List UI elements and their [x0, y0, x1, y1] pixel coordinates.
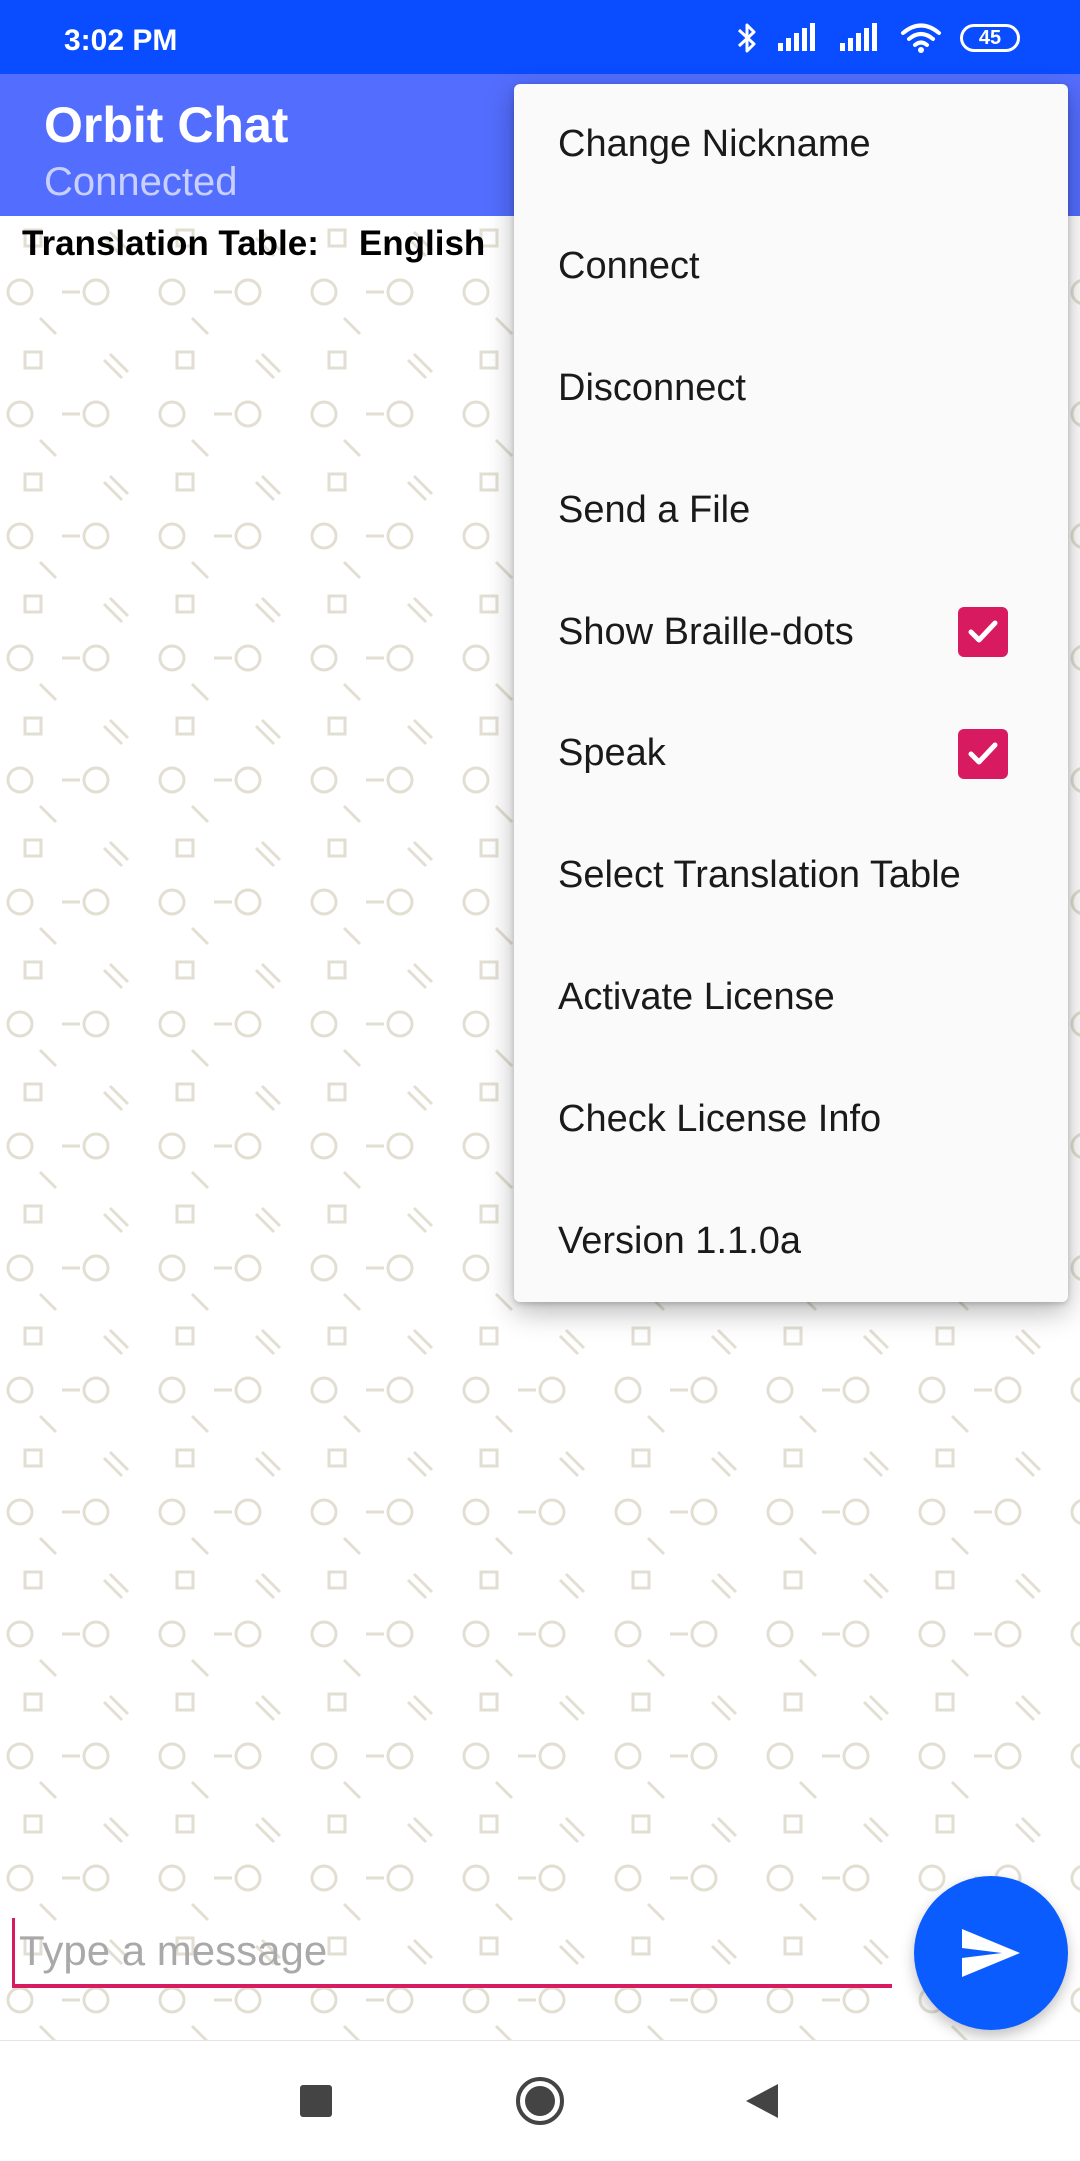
wifi-icon — [901, 23, 941, 53]
menu-item-send-file[interactable]: Send a File — [514, 449, 1068, 571]
translation-table-row: Translation Table: English — [22, 224, 485, 264]
app-title: Orbit Chat — [44, 97, 289, 153]
menu-item-label: Send a File — [558, 488, 751, 531]
send-button[interactable] — [914, 1876, 1068, 2030]
menu-item-check-license-info[interactable]: Check License Info — [514, 1058, 1068, 1180]
menu-item-label: Connect — [558, 245, 700, 288]
menu-item-speak[interactable]: Speak — [514, 693, 1068, 815]
menu-item-label: Speak — [558, 732, 666, 775]
overflow-menu: Change Nickname Connect Disconnect Send … — [514, 84, 1068, 1302]
message-input[interactable] — [12, 1918, 892, 1988]
menu-item-show-braille-dots[interactable]: Show Braille-dots — [514, 571, 1068, 693]
menu-item-activate-license[interactable]: Activate License — [514, 937, 1068, 1059]
translation-table-value: English — [358, 224, 486, 263]
send-icon — [962, 1929, 1020, 1977]
home-button[interactable] — [510, 2071, 570, 2131]
signal-icon — [840, 23, 877, 51]
home-icon — [516, 2077, 564, 2125]
menu-item-version[interactable]: Version 1.1.0a — [514, 1180, 1068, 1302]
status-icons: 45 — [736, 18, 1020, 58]
battery-level: 45 — [978, 26, 1002, 49]
check-icon — [968, 620, 998, 643]
menu-item-label: Activate License — [558, 975, 835, 1018]
recents-icon — [300, 2085, 332, 2117]
check-icon — [968, 742, 998, 765]
menu-item-label: Show Braille-dots — [558, 610, 854, 653]
back-button[interactable] — [732, 2071, 792, 2131]
braille-dots-checkbox[interactable] — [958, 607, 1008, 658]
menu-item-connect[interactable]: Connect — [514, 206, 1068, 328]
menu-item-label: Select Translation Table — [558, 854, 961, 897]
battery-icon: 45 — [960, 24, 1020, 52]
menu-item-label: Change Nickname — [558, 123, 871, 166]
back-icon — [746, 2084, 778, 2118]
menu-item-change-nickname[interactable]: Change Nickname — [514, 84, 1068, 206]
status-time: 3:02 PM — [64, 24, 178, 57]
menu-item-label: Version 1.1.0a — [558, 1219, 801, 1262]
translation-table-label: Translation Table: — [22, 224, 319, 263]
navigation-bar — [0, 2040, 1080, 2161]
menu-item-select-translation-table[interactable]: Select Translation Table — [514, 815, 1068, 937]
status-bar: 3:02 PM 45 — [0, 0, 1080, 74]
connection-status: Connected — [44, 160, 238, 204]
bluetooth-icon — [737, 23, 756, 53]
signal-icon — [778, 23, 815, 51]
menu-item-label: Check License Info — [558, 1097, 882, 1140]
menu-item-label: Disconnect — [558, 366, 746, 409]
recents-button[interactable] — [286, 2071, 346, 2131]
menu-item-disconnect[interactable]: Disconnect — [514, 328, 1068, 450]
speak-checkbox[interactable] — [958, 728, 1008, 779]
